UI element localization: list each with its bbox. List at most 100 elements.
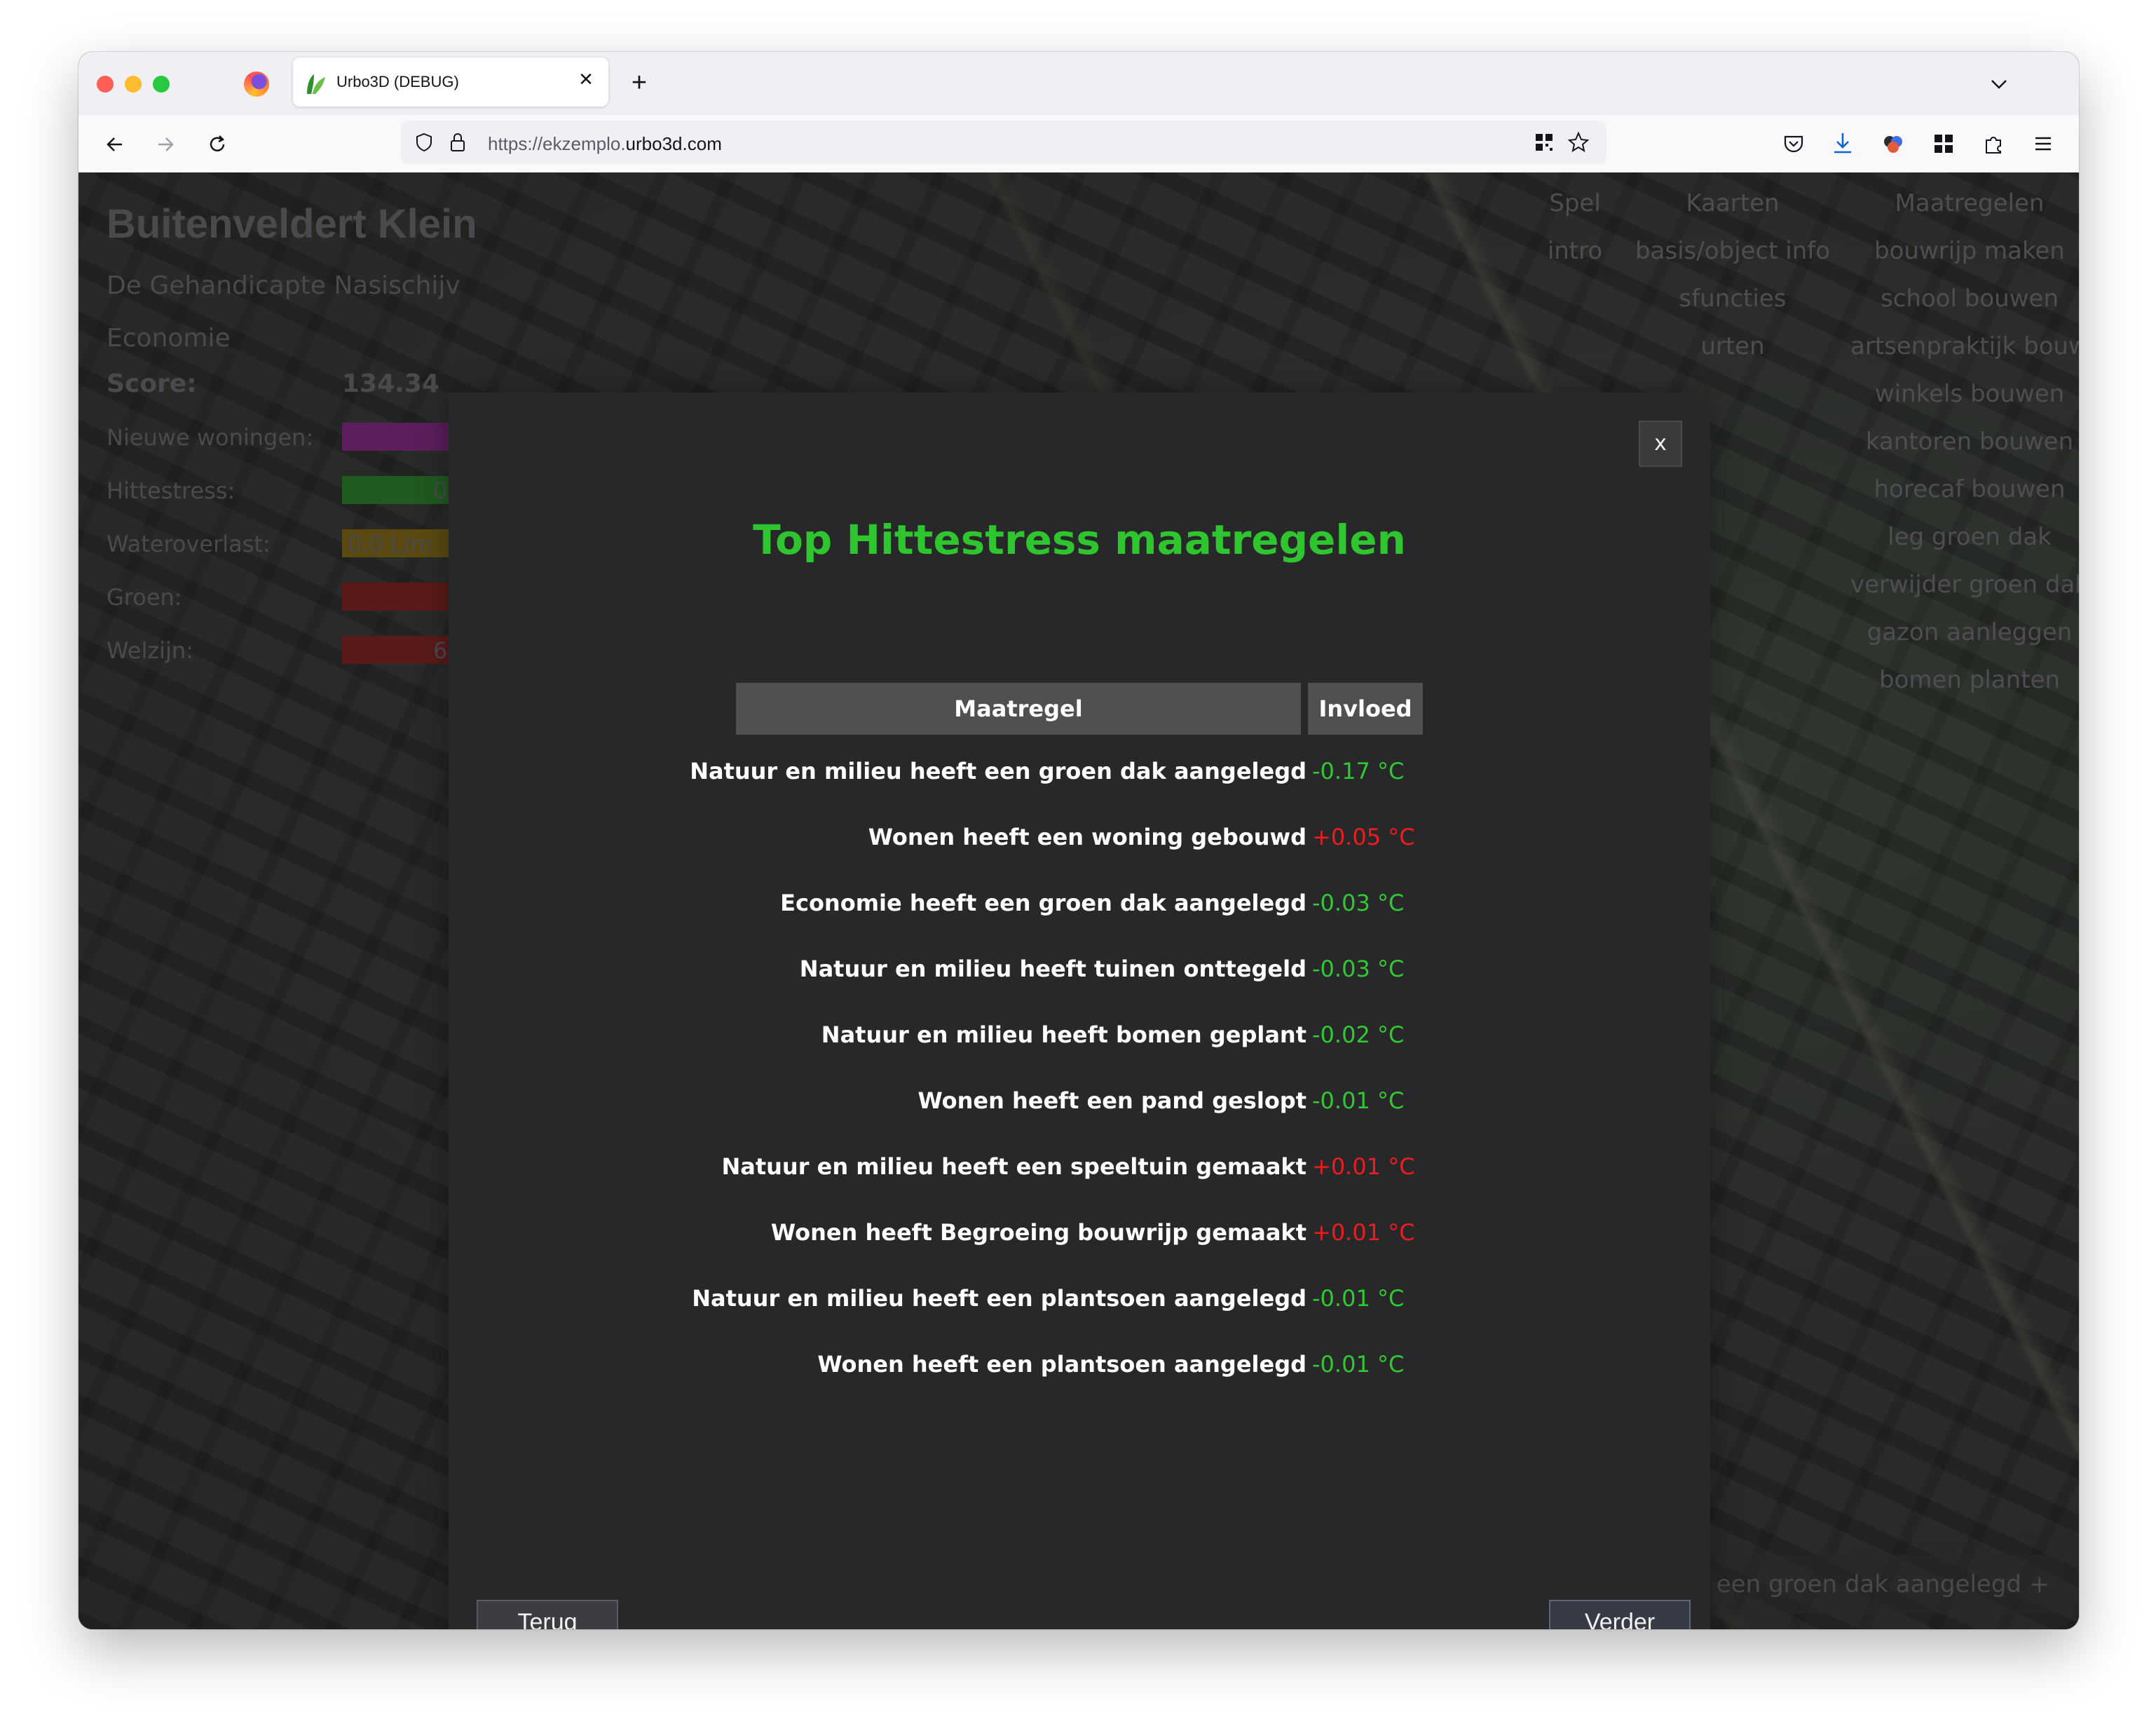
row-effect: -0.03 °C — [1312, 890, 1405, 916]
row-effect: -0.01 °C — [1312, 1087, 1405, 1114]
reload-button[interactable] — [202, 129, 233, 160]
menu-header-maatregelen[interactable]: Maatregelen — [1850, 179, 2079, 227]
menu-item-verwijder-groen-dak[interactable]: verwijder groen dak — [1850, 561, 2079, 609]
stat-row: Nieuwe woningen: — [107, 423, 499, 451]
chevron-down-icon[interactable] — [1985, 70, 2013, 98]
qr-code-icon[interactable] — [1534, 132, 1555, 153]
browser-window: Urbo3D (DEBUG) ✕ + https://ekzemplo.urbo… — [79, 52, 2079, 1629]
plus-icon[interactable]: + — [2030, 1555, 2050, 1614]
modal-close-button[interactable]: x — [1639, 421, 1682, 467]
row-effect: -0.01 °C — [1312, 1285, 1405, 1312]
row-effect: -0.01 °C — [1312, 1351, 1405, 1378]
zoom-window-button[interactable] — [153, 76, 170, 93]
tab-bar: Urbo3D (DEBUG) ✕ + — [79, 52, 2079, 115]
city-title: Buitenveldert Klein — [107, 201, 477, 247]
row-action: Wonen heeft een pand geslopt — [917, 1087, 1306, 1114]
forward-button[interactable] — [150, 129, 181, 160]
column-header-maatregel: Maatregel — [736, 683, 1301, 735]
stat-label: Hittestress: — [107, 477, 236, 504]
player-hud: Buitenveldert Klein De Gehandicapte Nasi… — [107, 201, 482, 664]
menu-item-functies[interactable]: sfuncties — [1628, 275, 1838, 322]
menu-item-kantoren[interactable]: kantoren bouwen — [1850, 418, 2079, 465]
menu-item-artsenpraktijk[interactable]: artsenpraktijk bouwen — [1850, 322, 2079, 370]
score-value: 134.34 — [342, 369, 439, 398]
table-row: Natuur en milieu heeft bomen geplant -0.… — [736, 1014, 1423, 1056]
menu-item-horeca[interactable]: horecaf bouwen — [1850, 465, 2079, 513]
tab-close-icon[interactable]: ✕ — [573, 67, 599, 93]
row-effect: -0.03 °C — [1312, 956, 1405, 982]
table-row: Natuur en milieu heeft een plantsoen aan… — [692, 1277, 1423, 1319]
stat-row: Welzijn: 69 — [107, 636, 499, 664]
back-button[interactable] — [100, 129, 130, 160]
table-row: Natuur en milieu heeft tuinen onttegeld … — [736, 948, 1423, 990]
shield-icon[interactable] — [414, 132, 435, 153]
extension-circles-icon[interactable] — [1881, 132, 1905, 156]
row-effect: -0.17 °C — [1312, 758, 1405, 784]
url-bar[interactable]: https://ekzemplo.urbo3d.com — [401, 121, 1606, 164]
row-effect: +0.01 °C — [1312, 1219, 1415, 1246]
next-button[interactable]: Verder — [1549, 1600, 1691, 1629]
menu-item-intro[interactable]: intro — [1536, 227, 1613, 275]
menu-item-school[interactable]: school bouwen — [1850, 275, 2079, 322]
tab-urbo3d[interactable]: Urbo3D (DEBUG) ✕ — [293, 57, 608, 107]
menu-item-groen-dak[interactable]: leg groen dak — [1850, 513, 2079, 561]
back-button[interactable]: Terug — [477, 1600, 618, 1629]
menu-item-kaarten-3[interactable]: urten — [1628, 322, 1838, 370]
stat-row: Groen: — [107, 583, 499, 611]
menu-item-gazon[interactable]: gazon aanleggen — [1850, 609, 2079, 656]
navigation-bar: https://ekzemplo.urbo3d.com — [79, 115, 2079, 174]
menu-column-maatregelen: Maatregelen bouwrijp maken school bouwen… — [1850, 179, 2079, 704]
arrow-right-icon — [158, 137, 174, 151]
menu-column-kaarten: Kaarten basis/object info sfuncties urte… — [1628, 179, 1838, 370]
tab-title: Urbo3D (DEBUG) — [336, 73, 459, 90]
menu-item-bouwrijp[interactable]: bouwrijp maken — [1850, 227, 2079, 275]
score-label: Score: — [107, 369, 197, 398]
stat-label: Wateroverlast: — [107, 531, 271, 557]
menu-item-winkels[interactable]: winkels bouwen — [1850, 370, 2079, 418]
row-action: Natuur en milieu heeft een speeltuin gem… — [721, 1153, 1306, 1180]
apps-grid-icon[interactable] — [1932, 132, 1956, 156]
row-action: Economie heeft een groen dak aangelegd — [780, 890, 1306, 916]
heatstress-modal: x Top Hittestress maatregelen Maatregel … — [449, 393, 1710, 1629]
game-viewport[interactable]: Buitenveldert Klein De Gehandicapte Nasi… — [79, 172, 2079, 1629]
table-row: Wonen heeft een woning gebouwd +0.05 °C — [736, 816, 1423, 858]
extensions-puzzle-icon[interactable] — [1982, 132, 2006, 156]
url-domain: urbo3d.com — [625, 133, 722, 154]
table-row: Wonen heeft Begroeing bouwrijp gemaakt +… — [736, 1211, 1423, 1253]
table-row: Economie heeft een groen dak aangelegd -… — [736, 882, 1423, 924]
team-name: De Gehandicapte Nasischijv — [107, 271, 460, 300]
menu-item-bomen[interactable]: bomen planten — [1850, 656, 2079, 704]
table-row: Wonen heeft een plantsoen aangelegd -0.0… — [736, 1343, 1423, 1385]
pocket-icon[interactable] — [1782, 132, 1806, 156]
new-tab-button[interactable]: + — [624, 67, 655, 98]
row-effect: -0.02 °C — [1312, 1021, 1405, 1048]
table-row: Wonen heeft een pand geslopt -0.01 °C — [736, 1080, 1423, 1122]
stat-label: Welzijn: — [107, 637, 193, 664]
row-action: Natuur en milieu heeft bomen geplant — [821, 1021, 1306, 1048]
menu-header-spel[interactable]: Spel — [1536, 179, 1613, 227]
urbo3d-leaf-icon — [307, 74, 325, 94]
url-text[interactable]: https://ekzemplo.urbo3d.com — [488, 133, 722, 155]
menu-item-basis-info[interactable]: basis/object info — [1628, 227, 1838, 275]
stat-row: Hittestress: 0. — [107, 476, 499, 504]
row-action: Natuur en milieu heeft een plantsoen aan… — [692, 1285, 1306, 1312]
bookmark-star-icon[interactable] — [1567, 131, 1590, 154]
role-name: Economie — [107, 324, 231, 353]
row-action: Wonen heeft Begroeing bouwrijp gemaakt — [770, 1219, 1306, 1246]
row-effect: +0.05 °C — [1312, 824, 1415, 850]
download-icon[interactable] — [1831, 130, 1855, 156]
menu-header-kaarten[interactable]: Kaarten — [1628, 179, 1838, 227]
table-row: Natuur en milieu heeft een speeltuin gem… — [721, 1146, 1423, 1188]
reload-icon — [210, 135, 225, 151]
row-action: Wonen heeft een plantsoen aangelegd — [817, 1351, 1306, 1378]
menu-column-spel: Spel intro — [1536, 179, 1613, 275]
table-row: Natuur en milieu heeft een groen dak aan… — [690, 750, 1423, 792]
close-window-button[interactable] — [97, 76, 114, 93]
minimize-window-button[interactable] — [125, 76, 142, 93]
hamburger-menu-icon[interactable] — [2031, 132, 2055, 156]
stat-value: 0.0 L/m — [348, 531, 432, 557]
row-action: Wonen heeft een woning gebouwd — [868, 824, 1306, 850]
lock-icon[interactable] — [447, 131, 468, 154]
row-effect: +0.01 °C — [1312, 1153, 1415, 1180]
stats-panel: Score: 134.34 Nieuwe woningen: Hittestre… — [107, 369, 482, 664]
